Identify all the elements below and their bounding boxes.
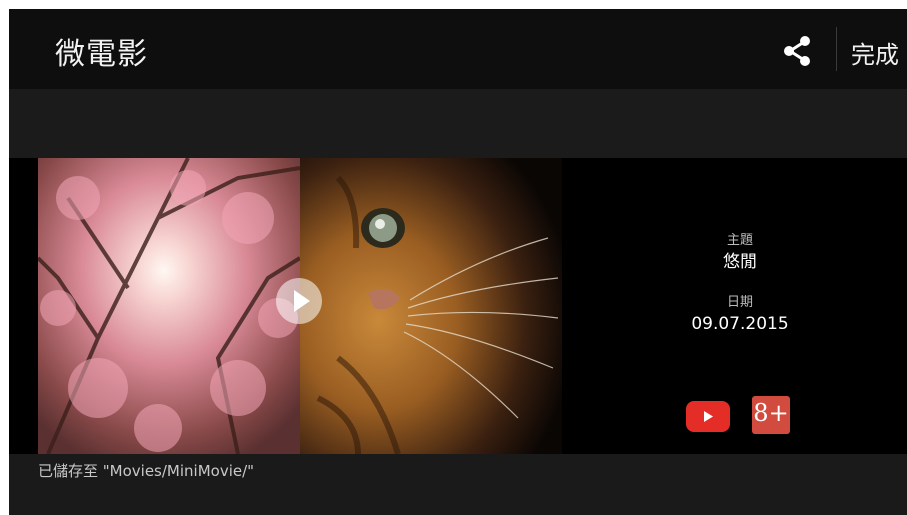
date-value: 09.07.2015 [691,314,789,334]
movie-thumbnail[interactable] [38,158,562,454]
movie-details: 主題 悠閒 日期 09.07.2015 [649,232,831,336]
play-icon [294,290,310,312]
toolbar-strip [9,89,907,158]
toolbar-divider [836,27,837,71]
top-app-bar: 微電影 完成 [9,9,907,89]
play-button[interactable] [276,278,322,324]
share-icon[interactable] [779,33,815,69]
google-plus-icon: 8+ [753,399,789,427]
save-status-text: 已儲存至 "Movies/MiniMovie/" [38,462,255,480]
google-plus-share-button[interactable]: 8+ [752,396,790,434]
youtube-share-button[interactable] [686,401,730,432]
date-label: 日期 [726,295,753,310]
youtube-icon [704,411,713,422]
movie-preview-panel: 主題 悠閒 日期 09.07.2015 8+ [9,158,907,454]
theme-value: 悠閒 [723,252,757,272]
done-button[interactable]: 完成 [851,35,899,70]
theme-label: 主題 [726,233,753,248]
page-title: 微電影 [55,37,148,72]
app-screen: 微電影 完成 主題 悠閒 日期 09.07.2015 8+ 已儲存至 "Movi… [9,9,907,515]
